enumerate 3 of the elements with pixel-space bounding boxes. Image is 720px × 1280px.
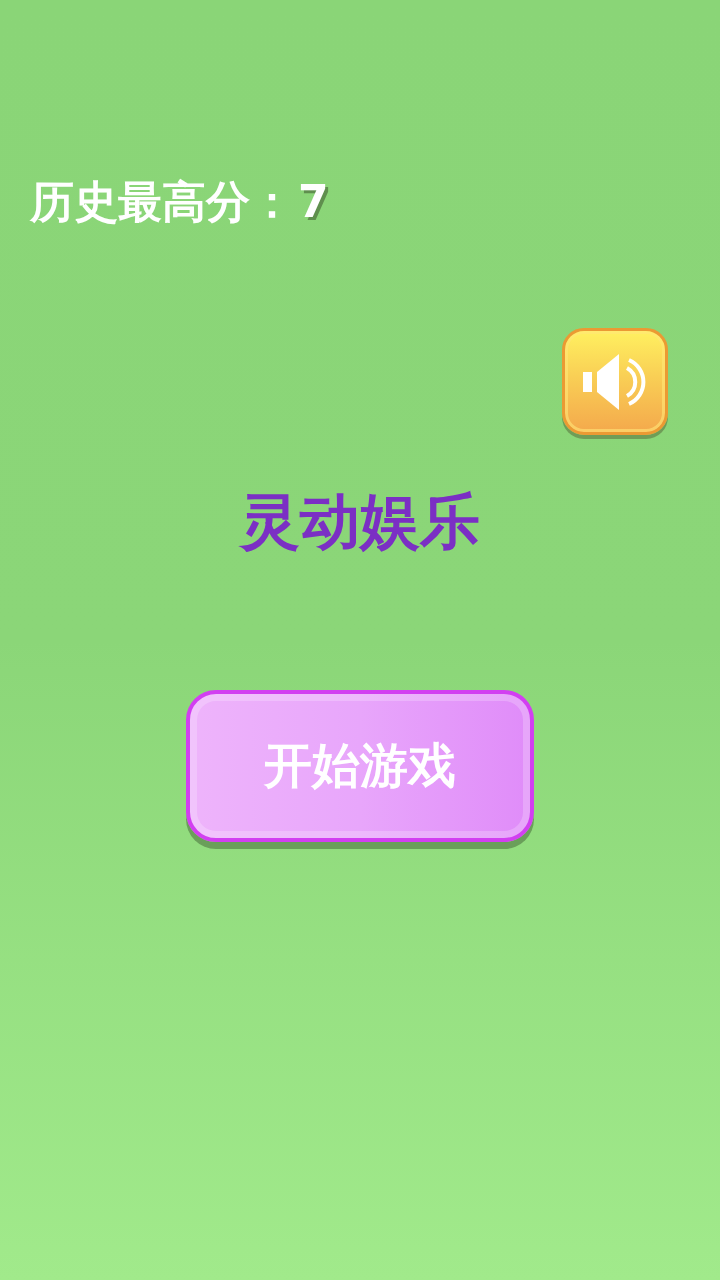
- game-title: 灵动娱乐: [240, 485, 480, 557]
- high-score-label: 历史最高分：: [30, 175, 294, 229]
- high-score-value: 7: [298, 175, 329, 229]
